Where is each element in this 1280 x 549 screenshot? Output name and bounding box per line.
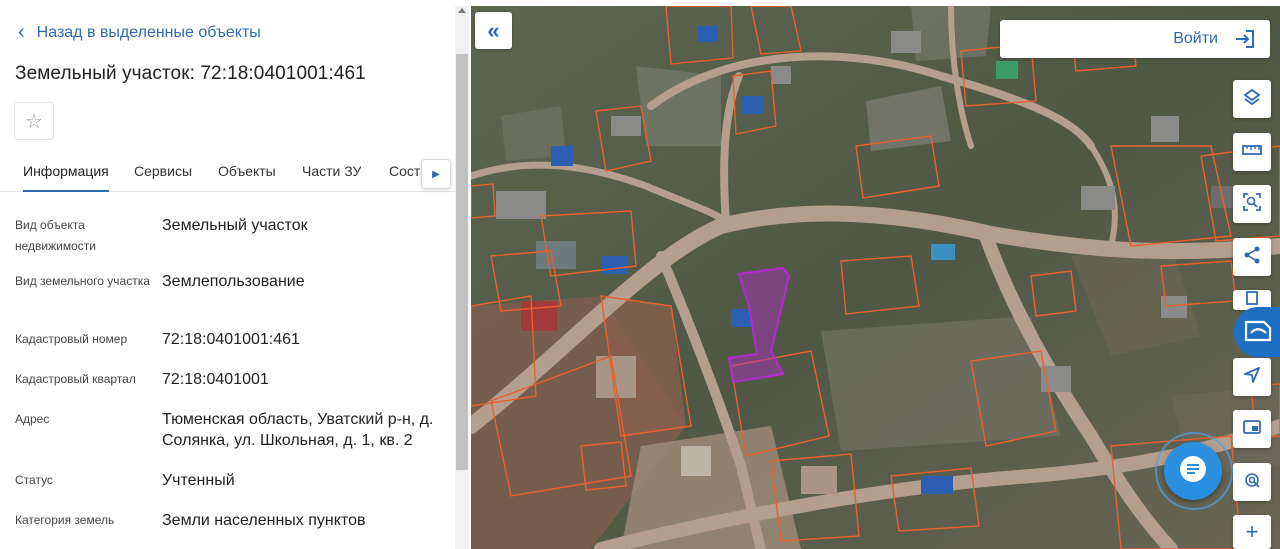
chevron-right-icon: ▶ [432, 168, 440, 180]
fingerprint-button[interactable] [1233, 463, 1271, 501]
double-chevron-left-icon: « [487, 17, 500, 43]
field-label: Статус [15, 473, 53, 487]
field-value: Земли населенных пунктов [162, 512, 366, 529]
locate-button[interactable] [1233, 358, 1271, 396]
tab-objects[interactable]: Объекты [218, 163, 276, 179]
tab-services[interactable]: Сервисы [134, 163, 192, 179]
chat-button[interactable] [1164, 442, 1222, 500]
login-button[interactable]: Войти [1000, 20, 1270, 58]
favorite-button[interactable]: ☆ [14, 102, 54, 140]
panel-scrollbar[interactable] [455, 6, 469, 549]
field-value: Земельный участок [162, 217, 308, 234]
area-select-icon [1242, 192, 1262, 217]
field-value: 72:18:0401001 [162, 371, 269, 388]
back-link-label: Назад в выделенные объекты [36, 24, 261, 41]
tab-parts[interactable]: Части ЗУ [302, 163, 361, 179]
layers-icon [1242, 87, 1262, 112]
field-label: Кадастровый квартал [15, 372, 136, 386]
zoom-in-button[interactable]: + [1233, 515, 1271, 549]
info-panel: ‹ Назад в выделенные объекты Земельный у… [0, 0, 470, 549]
scrollbar-thumb[interactable] [456, 54, 468, 470]
field-value: Учтенный [162, 472, 235, 489]
locate-icon [1242, 365, 1262, 390]
rosreestr-logo-icon [1241, 313, 1275, 352]
minimap-button[interactable] [1233, 410, 1271, 448]
login-label: Войти [1173, 30, 1218, 47]
field-value: Тюменская область, Уватский р-н, д. Соля… [162, 411, 434, 449]
page-title: Земельный участок: 72:18:0401001:461 [15, 63, 366, 84]
ruler-icon [1241, 140, 1263, 165]
tab-bar: Информация Сервисы Объекты Части ЗУ Сост… [0, 152, 455, 192]
rosreestr-logo-button[interactable] [1234, 307, 1280, 357]
star-icon: ☆ [25, 110, 43, 133]
layers-button[interactable] [1233, 80, 1271, 118]
tab-info[interactable]: Информация [23, 163, 109, 192]
zoom-in-icon: + [1245, 519, 1259, 544]
scroll-up-arrow[interactable] [458, 8, 466, 13]
chevron-left-icon: ‹ [18, 21, 25, 43]
field-value: Землепользование [162, 273, 305, 290]
field-label: Вид объекта недвижимости [15, 218, 96, 253]
fingerprint-icon [1242, 470, 1262, 495]
share-button[interactable] [1233, 238, 1271, 276]
field-label: Категория земель [15, 513, 115, 527]
area-select-button[interactable] [1233, 185, 1271, 223]
collapse-panel-button[interactable]: « [475, 12, 512, 49]
share-icon [1242, 245, 1262, 270]
back-link[interactable]: ‹ Назад в выделенные объекты [18, 21, 261, 43]
minimap-icon [1242, 417, 1262, 442]
field-value: 72:18:0401001:461 [162, 331, 300, 348]
field-label: Адрес [15, 412, 50, 426]
field-label: Кадастровый номер [15, 332, 128, 346]
tabs-scroll-right-button[interactable]: ▶ [421, 159, 451, 189]
chat-icon [1177, 453, 1209, 490]
ruler-button[interactable] [1233, 133, 1271, 171]
field-label: Вид земельного участка [15, 274, 150, 288]
login-icon [1234, 28, 1256, 55]
